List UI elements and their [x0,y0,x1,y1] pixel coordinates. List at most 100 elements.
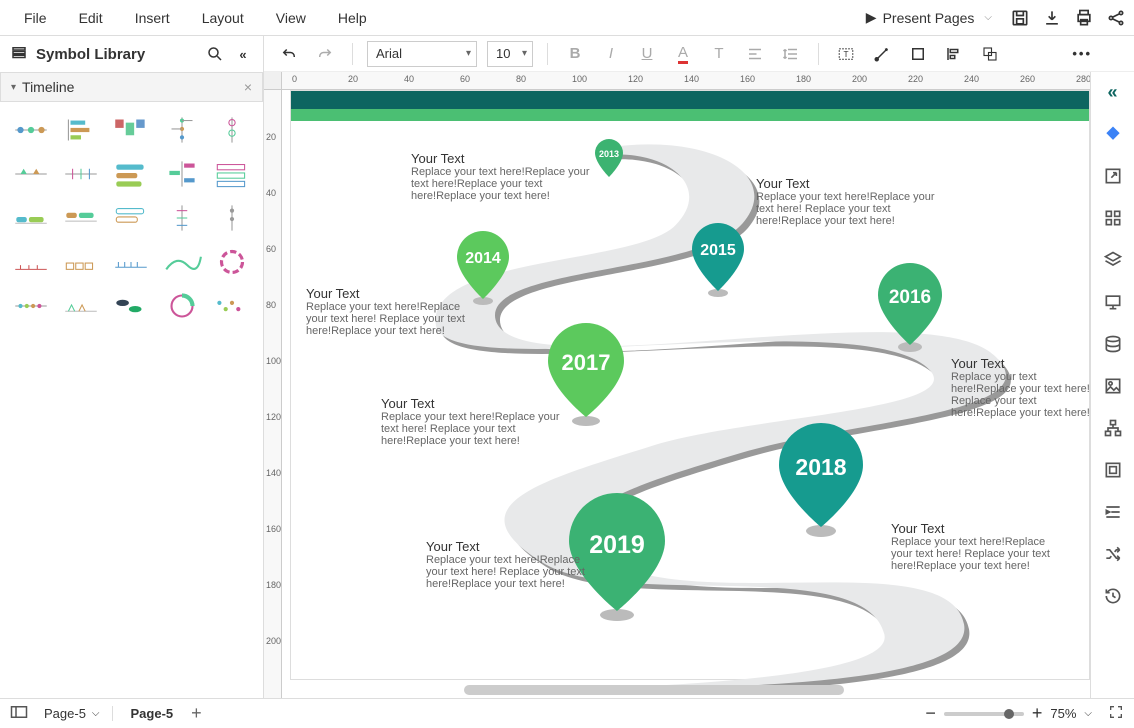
timeline-node-2013[interactable]: 2013 [591,137,627,184]
symbol-thumb[interactable] [211,244,253,280]
text-box-button[interactable]: T [833,41,859,67]
align-button[interactable] [742,41,768,67]
page-tab[interactable]: Page-5 [123,706,182,721]
save-icon[interactable] [1010,8,1030,28]
symbol-thumb[interactable] [60,112,102,148]
line-spacing-button[interactable] [778,41,804,67]
symbol-thumb[interactable] [211,112,253,148]
symbol-thumb[interactable] [110,200,152,236]
menu-view[interactable]: View [260,2,322,34]
presentation-icon[interactable] [1099,288,1127,316]
horizontal-scrollbar[interactable] [464,685,844,695]
symbol-thumb[interactable] [60,200,102,236]
symbol-thumb[interactable] [60,288,102,324]
indent-icon[interactable] [1099,498,1127,526]
outline-view-icon[interactable] [10,705,28,722]
database-icon[interactable] [1099,330,1127,358]
history-icon[interactable] [1099,582,1127,610]
timeline-text-2014[interactable]: Your Text Replace your text here!Replace… [411,151,591,202]
panel-timeline-header[interactable]: ▾ Timeline × [0,72,263,102]
menu-insert[interactable]: Insert [119,2,186,34]
bold-button[interactable]: B [562,41,588,67]
add-page-button[interactable]: + [191,703,202,724]
symbol-thumb[interactable] [211,200,253,236]
page-header-bar-dark [291,91,1089,109]
symbol-thumb[interactable] [10,288,52,324]
timeline-text-2016[interactable]: Your Text Replace your text here!Replace… [951,356,1101,419]
timeline-node-2015[interactable]: 2015 [686,221,750,302]
menu-file[interactable]: File [8,2,63,34]
canvas-page[interactable]: 2013 2014 Your Text Replace your text he… [290,90,1090,680]
sitemap-icon[interactable] [1099,414,1127,442]
present-pages-button[interactable]: ▶ Present Pages ⌵ [860,5,998,30]
shuffle-icon[interactable] [1099,540,1127,568]
symbol-thumb[interactable] [161,112,203,148]
collapse-right-icon[interactable]: « [1099,78,1127,106]
timeline-node-2016[interactable]: 2016 [871,261,949,358]
redo-button[interactable] [312,41,338,67]
menu-help[interactable]: Help [322,2,383,34]
timeline-text-alt1[interactable]: Your Text Replace your text here!Replace… [306,286,476,337]
statusbar: Page-5 ⌵ Page-5 + − + 75% ⌵ [0,698,1134,728]
symbol-thumb[interactable] [110,244,152,280]
symbol-thumb[interactable] [161,156,203,192]
symbol-thumb[interactable] [211,156,253,192]
symbol-thumb[interactable] [161,200,203,236]
symbol-thumb[interactable] [60,244,102,280]
group-button[interactable] [977,41,1003,67]
italic-button[interactable]: I [598,41,624,67]
sidebar-header: Symbol Library « [0,36,264,72]
collapse-left-icon[interactable]: « [233,44,253,64]
search-icon[interactable] [205,44,225,64]
symbol-thumb[interactable] [110,156,152,192]
grid-icon[interactable] [1099,204,1127,232]
zoom-slider[interactable] [944,712,1024,716]
menu-edit[interactable]: Edit [63,2,119,34]
toolbar-row: Symbol Library « Arial 10 B I U A T T ••… [0,36,1134,72]
font-color-button[interactable]: A [670,41,696,67]
align-objects-button[interactable] [941,41,967,67]
fill-style-icon[interactable] [1099,120,1127,148]
underline-button[interactable]: U [634,41,660,67]
menu-layout[interactable]: Layout [186,2,260,34]
timeline-text-2018[interactable]: Your Text Replace your text here!Replace… [891,521,1051,572]
panel-close-icon[interactable]: × [244,79,252,95]
symbol-thumb[interactable] [110,112,152,148]
timeline-text-2015[interactable]: Your Text Replace your text here!Replace… [756,176,936,227]
print-icon[interactable] [1074,8,1094,28]
highlight-button[interactable]: T [706,41,732,67]
zoom-in-button[interactable]: + [1032,703,1043,724]
timeline-text-2019[interactable]: Your Text Replace your text here!Replace… [426,539,586,590]
timeline-node-2018[interactable]: 2018 [771,421,871,542]
image-icon[interactable] [1099,372,1127,400]
symbol-thumb[interactable] [161,244,203,280]
zoom-value[interactable]: 75% [1050,706,1076,721]
layers-icon[interactable] [1099,246,1127,274]
shape-button[interactable] [905,41,931,67]
symbol-thumb[interactable] [10,244,52,280]
share-icon[interactable] [1106,8,1126,28]
text-body: Replace your text here!Replace your text… [381,411,561,447]
symbol-thumb[interactable] [161,288,203,324]
symbol-thumb[interactable] [60,156,102,192]
symbol-thumb[interactable] [10,200,52,236]
font-family-select[interactable]: Arial [367,41,477,67]
map-pin-icon: 2013 [591,137,627,181]
symbol-thumb[interactable] [10,112,52,148]
connector-button[interactable] [869,41,895,67]
frame-icon[interactable] [1099,456,1127,484]
text-body: Replace your text here!Replace your text… [426,554,586,590]
fullscreen-icon[interactable] [1108,704,1124,723]
export-icon[interactable] [1099,162,1127,190]
timeline-text-2017[interactable]: Your Text Replace your text here!Replace… [381,396,561,447]
more-options-button[interactable]: ••• [1072,46,1092,61]
download-icon[interactable] [1042,8,1062,28]
symbol-thumb[interactable] [211,288,253,324]
page-selector[interactable]: Page-5 ⌵ [38,706,113,721]
undo-button[interactable] [276,41,302,67]
svg-text:2015: 2015 [700,242,736,259]
symbol-thumb[interactable] [10,156,52,192]
symbol-thumb[interactable] [110,288,152,324]
zoom-out-button[interactable]: − [925,703,936,724]
font-size-select[interactable]: 10 [487,41,533,67]
